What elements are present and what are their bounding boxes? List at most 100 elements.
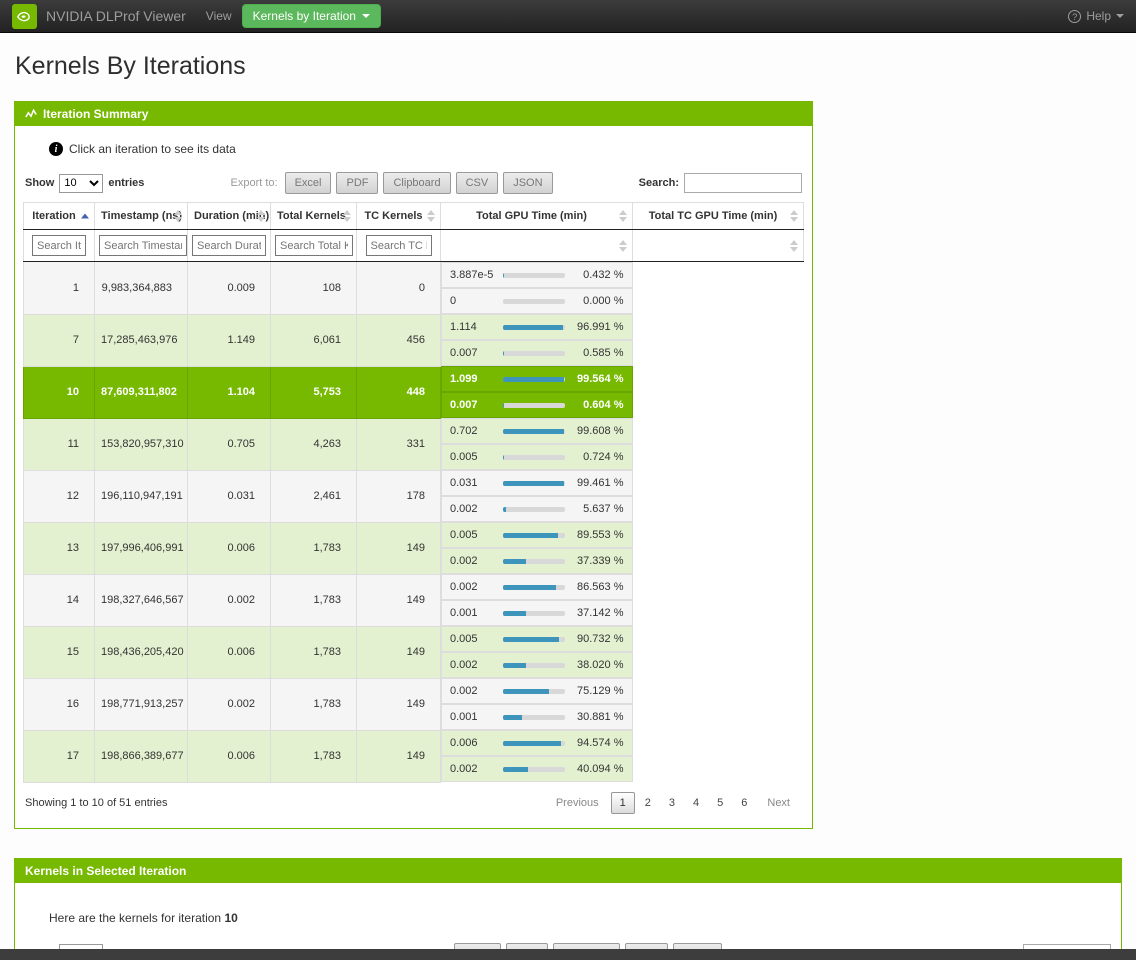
kernels-by-iteration-menu-button[interactable]: Kernels by Iteration xyxy=(242,4,381,28)
cell-tc-kernels: 456 xyxy=(357,314,441,366)
progress-bar xyxy=(503,689,565,694)
page-button[interactable]: 4 xyxy=(685,793,707,813)
progress-bar xyxy=(503,481,565,486)
previous-page-button[interactable]: Previous xyxy=(546,793,609,813)
cell-duration: 0.009 xyxy=(188,262,271,315)
next-page-button[interactable]: Next xyxy=(757,793,800,813)
page-button[interactable]: 2 xyxy=(637,793,659,813)
page-button[interactable]: 1 xyxy=(611,792,635,814)
sort-icon xyxy=(619,240,627,252)
search-label: Search: xyxy=(639,177,679,189)
help-menu[interactable]: ? Help xyxy=(1068,9,1124,23)
export-excel-button[interactable]: Excel xyxy=(285,172,332,194)
progress-bar xyxy=(503,299,565,304)
iteration-row[interactable]: 1087,609,311,8021.1045,7534481.09999.564… xyxy=(24,366,804,418)
chevron-down-icon xyxy=(1116,14,1124,18)
export-csv-button[interactable]: CSV xyxy=(456,172,499,194)
cell-tc-kernels: 448 xyxy=(357,366,441,418)
search-iteration-input[interactable] xyxy=(32,235,86,256)
cell-timestamp: 9,983,364,883 xyxy=(95,262,188,315)
table-search-input[interactable] xyxy=(684,173,802,193)
cell-tc-gpu-time: 0.00237.339 % xyxy=(441,548,633,574)
cell-gpu-time: 0.00589.553 % xyxy=(441,522,633,548)
cell-gpu-time: 1.09999.564 % xyxy=(441,366,633,392)
progress-bar xyxy=(503,585,565,590)
column-header-tc-kernels[interactable]: TC Kernels xyxy=(357,203,441,230)
cell-iteration: 13 xyxy=(24,522,95,574)
cell-duration: 0.031 xyxy=(188,470,271,522)
cell-timestamp: 198,327,646,567 xyxy=(95,574,188,626)
sort-icon xyxy=(81,214,89,219)
cell-duration: 1.149 xyxy=(188,314,271,366)
progress-bar xyxy=(503,325,565,330)
chevron-down-icon xyxy=(362,14,370,18)
search-duration-input[interactable] xyxy=(192,235,266,256)
cell-gpu-time: 0.03199.461 % xyxy=(441,470,633,496)
cell-duration: 0.705 xyxy=(188,418,271,470)
cell-duration: 0.006 xyxy=(188,626,271,678)
cell-timestamp: 87,609,311,802 xyxy=(95,366,188,418)
cell-gpu-time: 1.11496.991 % xyxy=(441,314,633,340)
cell-gpu-time: 0.00694.574 % xyxy=(441,730,633,756)
cell-tc-kernels: 149 xyxy=(357,522,441,574)
cell-iteration: 14 xyxy=(24,574,95,626)
cell-iteration: 10 xyxy=(24,366,95,418)
view-menu[interactable]: View xyxy=(206,9,232,23)
sort-icon xyxy=(174,210,182,222)
cell-iteration: 16 xyxy=(24,678,95,730)
search-total-kernels-input[interactable] xyxy=(275,235,353,256)
page-button[interactable]: 3 xyxy=(661,793,683,813)
page-button[interactable]: 6 xyxy=(733,793,755,813)
page-button[interactable]: 5 xyxy=(709,793,731,813)
progress-bar xyxy=(503,767,565,772)
column-header-total-gpu-time[interactable]: Total GPU Time (min) xyxy=(441,203,633,230)
iteration-row[interactable]: 19,983,364,8830.00910803.887e-50.432 %00… xyxy=(24,262,804,315)
column-header-total-tc-gpu-time[interactable]: Total TC GPU Time (min) xyxy=(633,203,804,230)
cell-tc-gpu-time: 00.000 % xyxy=(441,288,633,314)
sort-icon xyxy=(619,210,627,222)
progress-bar xyxy=(503,351,565,356)
export-label: Export to: xyxy=(231,177,278,189)
column-header-duration[interactable]: Duration (min) xyxy=(188,203,271,230)
column-header-total-kernels[interactable]: Total Kernels xyxy=(271,203,357,230)
iteration-row[interactable]: 14198,327,646,5670.0021,7831490.00286.56… xyxy=(24,574,804,626)
progress-bar xyxy=(503,273,565,278)
iteration-row[interactable]: 15198,436,205,4200.0061,7831490.00590.73… xyxy=(24,626,804,678)
cell-tc-gpu-time: 0.0025.637 % xyxy=(441,496,633,522)
search-tc-kernels-input[interactable] xyxy=(366,235,432,256)
cell-tc-kernels: 149 xyxy=(357,730,441,782)
export-json-button[interactable]: JSON xyxy=(503,172,552,194)
cell-duration: 0.006 xyxy=(188,522,271,574)
iteration-row[interactable]: 12196,110,947,1910.0312,4611780.03199.46… xyxy=(24,470,804,522)
nvidia-logo-icon xyxy=(12,4,37,29)
sort-icon xyxy=(790,210,798,222)
column-header-timestamp[interactable]: Timestamp (ns) xyxy=(95,203,188,230)
iteration-row[interactable]: 16198,771,913,2570.0021,7831490.00275.12… xyxy=(24,678,804,730)
cell-tc-kernels: 178 xyxy=(357,470,441,522)
iteration-summary-table: Iteration Timestamp (ns) Duration (min) … xyxy=(23,202,804,783)
cell-duration: 0.002 xyxy=(188,678,271,730)
app-title: NVIDIA DLProf Viewer xyxy=(46,8,186,24)
iteration-row[interactable]: 11153,820,957,3100.7054,2633310.70299.60… xyxy=(24,418,804,470)
sort-icon xyxy=(427,210,435,222)
progress-bar xyxy=(503,741,565,746)
export-clipboard-button[interactable]: Clipboard xyxy=(383,172,450,194)
cell-iteration: 1 xyxy=(24,262,95,315)
cell-gpu-time: 0.00590.732 % xyxy=(441,626,633,652)
cell-tc-gpu-time: 0.0070.604 % xyxy=(441,392,633,418)
column-header-iteration[interactable]: Iteration xyxy=(24,203,95,230)
iteration-row[interactable]: 717,285,463,9761.1496,0614561.11496.991 … xyxy=(24,314,804,366)
progress-bar xyxy=(503,663,565,668)
export-pdf-button[interactable]: PDF xyxy=(336,172,378,194)
cell-iteration: 7 xyxy=(24,314,95,366)
cell-tc-gpu-time: 0.00238.020 % xyxy=(441,652,633,678)
cell-timestamp: 198,436,205,420 xyxy=(95,626,188,678)
cell-total-kernels: 1,783 xyxy=(271,678,357,730)
iteration-row[interactable]: 17198,866,389,6770.0061,7831490.00694.57… xyxy=(24,730,804,782)
page-title: Kernels By Iterations xyxy=(15,52,1136,81)
page-size-select[interactable]: 10 xyxy=(59,174,103,193)
sort-icon xyxy=(790,240,798,252)
cell-total-kernels: 1,783 xyxy=(271,574,357,626)
search-timestamp-input[interactable] xyxy=(99,235,187,256)
iteration-row[interactable]: 13197,996,406,9910.0061,7831490.00589.55… xyxy=(24,522,804,574)
